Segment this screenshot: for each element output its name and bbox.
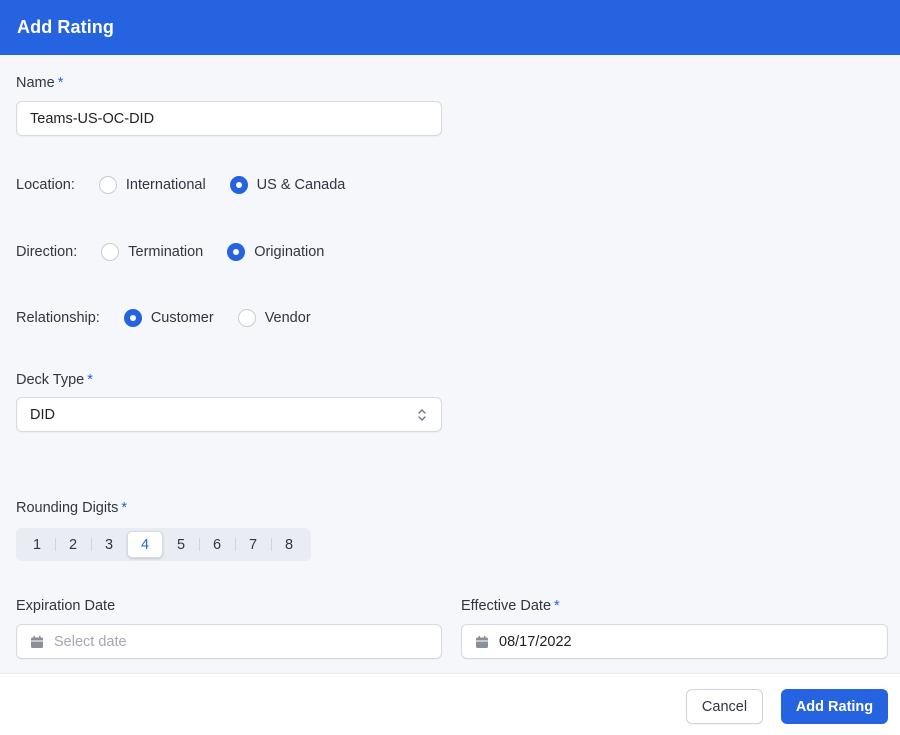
deck-type-value: DID — [30, 406, 55, 423]
location-option-us-canada[interactable]: US & Canada — [229, 176, 346, 194]
expiration-date-placeholder: Select date — [54, 633, 127, 650]
rounding-option-3[interactable]: 3 — [91, 531, 127, 558]
effective-date-input[interactable]: 08/17/2022 — [461, 624, 888, 659]
name-label-text: Name — [16, 75, 55, 91]
radio-checked-icon[interactable] — [123, 309, 142, 327]
direction-option-origination[interactable]: Origination — [227, 243, 324, 261]
radio-checked-icon[interactable] — [229, 176, 248, 194]
name-required-mark: * — [57, 75, 64, 91]
rounding-digits-segmented-control: 1 2 3 4 5 6 7 8 — [16, 528, 311, 561]
effective-date-label-text: Effective Date — [461, 598, 552, 614]
location-option-international[interactable]: International — [98, 176, 206, 194]
location-label: Location: — [16, 177, 75, 193]
dialog-footer: Cancel Add Rating — [0, 673, 900, 735]
calendar-icon — [476, 635, 488, 648]
effective-date-value: 08/17/2022 — [499, 633, 572, 650]
rounding-option-7[interactable]: 7 — [235, 531, 271, 558]
relationship-option-label: Customer — [150, 310, 214, 326]
chevron-up-down-icon — [418, 409, 426, 421]
relationship-option-vendor[interactable]: Vendor — [237, 309, 311, 327]
add-rating-dialog: Add Rating Name * Teams-US-OC-DID Locatio… — [0, 0, 900, 735]
expiration-date-label: Expiration Date — [16, 598, 115, 614]
expiration-date-label-text: Expiration Date — [16, 598, 116, 614]
relationship-group: Relationship: Customer Vendor — [16, 309, 335, 327]
expiration-date-input[interactable]: Select date — [16, 624, 442, 659]
rounding-option-1[interactable]: 1 — [19, 531, 55, 558]
radio-checked-icon[interactable] — [227, 243, 246, 261]
effective-date-required-mark: * — [554, 598, 560, 614]
rounding-digits-label: Rounding Digits * — [16, 500, 127, 516]
direction-label: Direction: — [16, 244, 78, 260]
direction-option-termination[interactable]: Termination — [101, 243, 203, 261]
effective-date-label: Effective Date * — [461, 598, 560, 614]
rounding-option-8[interactable]: 8 — [271, 531, 307, 558]
dialog-header: Add Rating — [0, 0, 900, 55]
radio-unchecked-icon[interactable] — [98, 176, 117, 194]
add-rating-button[interactable]: Add Rating — [781, 689, 888, 724]
dialog-body: Name * Teams-US-OC-DID Location: Internat… — [0, 55, 900, 673]
location-option-label: International — [125, 177, 206, 193]
direction-group: Direction: Termination Origination — [16, 243, 348, 261]
rounding-option-4[interactable]: 4 — [127, 531, 163, 558]
rounding-option-6[interactable]: 6 — [199, 531, 235, 558]
rounding-option-5[interactable]: 5 — [163, 531, 199, 558]
deck-type-required-mark: * — [87, 372, 93, 388]
name-input[interactable]: Teams-US-OC-DID — [16, 101, 442, 136]
location-group: Location: International US & Canada — [16, 176, 369, 194]
direction-option-label: Origination — [254, 244, 325, 260]
deck-type-select[interactable]: DID — [16, 397, 442, 432]
deck-type-label-text: Deck Type — [16, 372, 85, 388]
rounding-required-mark: * — [121, 500, 128, 516]
name-input-value: Teams-US-OC-DID — [30, 110, 155, 127]
relationship-label: Relationship: — [16, 310, 100, 326]
dialog-title: Add Rating — [17, 17, 114, 37]
relationship-option-customer[interactable]: Customer — [123, 309, 214, 327]
radio-unchecked-icon[interactable] — [101, 243, 120, 261]
location-option-label: US & Canada — [256, 177, 346, 193]
name-label: Name * — [16, 75, 63, 91]
rounding-digits-label-text: Rounding Digits — [16, 500, 119, 516]
cancel-button[interactable]: Cancel — [686, 689, 763, 724]
deck-type-label: Deck Type * — [16, 372, 93, 388]
direction-option-label: Termination — [128, 244, 204, 260]
rounding-option-2[interactable]: 2 — [55, 531, 91, 558]
radio-unchecked-icon[interactable] — [237, 309, 256, 327]
calendar-icon — [31, 635, 43, 648]
relationship-option-label: Vendor — [264, 310, 311, 326]
